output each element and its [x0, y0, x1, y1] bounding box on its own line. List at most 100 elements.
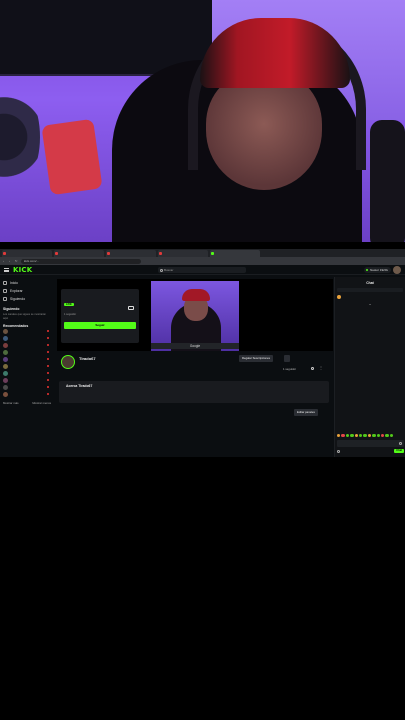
avatar — [3, 392, 8, 398]
browser-tab[interactable] — [158, 250, 208, 257]
rename-button[interactable] — [284, 355, 290, 362]
show-more-link[interactable]: Mostrar más — [3, 401, 19, 405]
viewer-count — [47, 378, 50, 382]
sidebar-item-explorar[interactable]: Explorar — [3, 287, 52, 295]
emote-icon[interactable] — [358, 433, 363, 437]
recommended-channel[interactable] — [3, 349, 52, 356]
channel-name[interactable]: Tirado67 — [79, 356, 96, 361]
avatar — [3, 371, 8, 377]
share-icon[interactable] — [311, 367, 314, 370]
chat-input[interactable] — [337, 440, 404, 447]
emote-icon[interactable] — [367, 433, 372, 437]
recommended-channel[interactable] — [3, 356, 52, 363]
forward-icon[interactable]: › — [9, 259, 13, 263]
edit-panels-button[interactable]: Editar paneles — [294, 409, 318, 416]
emote-icon[interactable] — [376, 433, 380, 437]
emoji-icon[interactable] — [399, 441, 402, 445]
viewer-count — [47, 357, 50, 361]
recommended-channel[interactable] — [3, 391, 52, 398]
avatar — [3, 343, 8, 349]
user-menu-button[interactable]: Nestor 1920x — [364, 267, 391, 273]
tab-favicon-icon — [107, 252, 110, 255]
sidebar: Inicio Explorar Siguiendo Siguiendo Los … — [0, 277, 55, 457]
chat-message — [337, 295, 403, 299]
browser-tab[interactable] — [2, 250, 52, 257]
avatar — [3, 357, 8, 363]
viewer-count — [47, 329, 50, 333]
pinned-message — [337, 288, 403, 292]
sidebar-item-label: Explorar — [10, 289, 23, 293]
emote-icon[interactable] — [380, 433, 385, 437]
viewer-count — [47, 385, 50, 389]
avatar — [337, 295, 341, 299]
emote-icon[interactable] — [372, 433, 376, 437]
kick-logo[interactable]: KICK — [13, 266, 32, 274]
avatar[interactable] — [61, 355, 75, 369]
avatar — [3, 385, 8, 391]
gear-icon[interactable] — [337, 449, 340, 453]
back-icon[interactable]: ‹ — [3, 259, 7, 263]
viewer-count — [47, 371, 50, 375]
emote-icon[interactable] — [341, 433, 345, 437]
chat-panel: Chat ⌄ Chat — [334, 277, 405, 457]
follow-button[interactable]: Seguir — [64, 322, 136, 329]
browser-tab-active[interactable] — [210, 250, 260, 257]
main-content: LIVE 1 seguidor Seguir Google Tirado67 R… — [57, 277, 333, 457]
emote-icon[interactable] — [363, 433, 367, 437]
user-name: Nestor 1920x — [370, 268, 388, 272]
avatar — [3, 364, 8, 370]
about-title-text: Acerca Tirado67 — [66, 384, 93, 388]
address-bar: ‹ › ↻ kick.com/... — [0, 257, 405, 265]
chevron-down-icon[interactable]: ⌄ — [368, 302, 372, 306]
kick-header: KICK Buscar Nestor 1920x — [0, 265, 405, 275]
video-player[interactable]: LIVE 1 seguidor Seguir Google — [57, 279, 333, 351]
emote-icon[interactable] — [354, 433, 358, 437]
avatar — [3, 329, 8, 335]
tab-favicon-icon — [159, 252, 162, 255]
recommended-channel[interactable] — [3, 328, 52, 335]
url-field[interactable]: kick.com/... — [21, 258, 141, 264]
channel-meta — [79, 367, 84, 370]
gift-subs-button[interactable]: Regalar Suscripciones — [239, 355, 273, 362]
browser-window: ‹ › ↻ kick.com/... KICK Buscar Nestor 19… — [0, 249, 405, 457]
recommended-channel[interactable] — [3, 363, 52, 370]
screen-root: ‹ › ↻ kick.com/... KICK Buscar Nestor 19… — [0, 0, 405, 720]
chat-composer: Chat — [337, 433, 404, 453]
recommended-channel[interactable] — [3, 335, 52, 342]
show-less-link[interactable]: Mostrar menos — [32, 401, 51, 405]
preview-cap — [182, 289, 210, 301]
home-icon — [3, 281, 7, 285]
menu-icon[interactable] — [4, 267, 9, 272]
sidebar-item-label: Inicio — [10, 281, 18, 285]
offline-card: LIVE 1 seguidor Seguir — [61, 289, 139, 343]
emote-icon[interactable] — [385, 433, 389, 437]
emote-icon[interactable] — [337, 433, 341, 437]
kick-favicon-icon — [211, 252, 214, 255]
following-note: Los canales que sigues se mostrarán aquí — [3, 313, 46, 320]
browser-tab[interactable] — [54, 250, 104, 257]
recommended-channel[interactable] — [3, 370, 52, 377]
following-title: Siguiendo — [3, 307, 20, 311]
recommended-channel[interactable] — [3, 384, 52, 391]
avatar[interactable] — [393, 266, 401, 274]
recommended-channel[interactable] — [3, 377, 52, 384]
sidebar-footer: Mostrar más Mostrar menos — [3, 401, 51, 405]
reload-icon[interactable]: ↻ — [15, 259, 19, 263]
send-chat-button[interactable]: Chat — [394, 449, 404, 453]
emote-icon[interactable] — [350, 433, 354, 437]
chat-title: Chat — [366, 281, 374, 285]
sidebar-item-siguiendo[interactable]: Siguiendo — [3, 295, 52, 303]
about-title: Acerca Tirado67 — [66, 384, 322, 388]
sidebar-item-inicio[interactable]: Inicio — [3, 279, 52, 287]
chat-actions: Chat — [337, 449, 404, 453]
emote-icon[interactable] — [389, 433, 394, 437]
search-input[interactable]: Buscar — [158, 267, 246, 273]
viewer-count — [47, 350, 50, 354]
recommended-channel[interactable] — [3, 342, 52, 349]
viewer-count — [47, 343, 50, 347]
browser-tab[interactable] — [106, 250, 156, 257]
channel-info: Tirado67 Regalar Suscripciones 1 seguido… — [57, 353, 333, 381]
microphone-image — [370, 120, 405, 248]
more-options-icon[interactable]: ⋮ — [319, 366, 323, 370]
emote-icon[interactable] — [345, 433, 350, 437]
